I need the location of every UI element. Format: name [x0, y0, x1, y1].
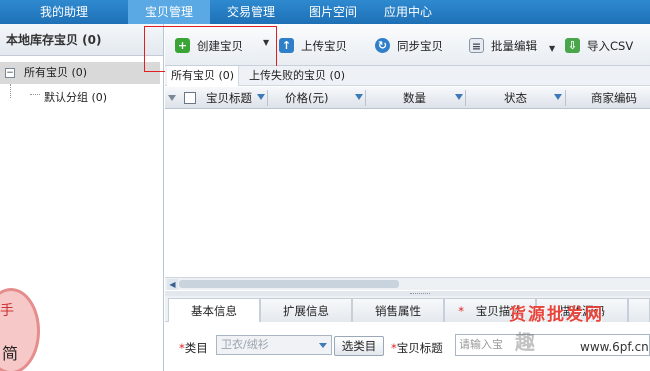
tab-extended-info[interactable]: 扩展信息	[260, 298, 352, 322]
filter-icon[interactable]	[554, 94, 562, 100]
column-quantity[interactable]: 数量	[403, 87, 426, 109]
sync-item-button[interactable]: ↻ 同步宝贝	[375, 36, 455, 56]
title-label: *宝贝标题	[391, 341, 443, 355]
chevron-down-icon	[319, 343, 327, 348]
column-divider	[465, 90, 466, 106]
badge-char: 简	[2, 344, 19, 363]
tab-basic-info[interactable]: 基本信息	[168, 298, 260, 323]
tree-connector	[10, 84, 11, 98]
tab-more[interactable]	[628, 298, 650, 322]
watermark-text: 趣	[515, 330, 535, 354]
select-category-button[interactable]: 选类目	[334, 336, 384, 356]
import-icon: ⇩	[565, 38, 580, 53]
nav-tab-assistant[interactable]: 我的助理	[0, 0, 128, 24]
sync-icon: ↻	[375, 38, 390, 53]
horizontal-scrollbar[interactable]: ◀	[165, 277, 650, 290]
splitter-grip-icon[interactable]	[410, 293, 430, 295]
tab-sales-attributes[interactable]: 销售属性	[352, 298, 444, 322]
collapse-icon[interactable]: −	[5, 68, 15, 78]
category-label: *类目	[179, 341, 208, 355]
column-divider	[365, 90, 366, 106]
tab-failed-uploads[interactable]: 上传失败的宝贝 (0)	[245, 66, 349, 86]
sort-icon[interactable]	[168, 95, 176, 101]
tree-item-all-label: 所有宝贝 (0)	[24, 66, 88, 79]
tree-item-default-group[interactable]: 默认分组 (0)	[44, 87, 107, 109]
batch-edit-button[interactable]: ≡ 批量编辑	[469, 36, 549, 56]
upload-item-button[interactable]: ↑ 上传宝贝	[279, 36, 359, 56]
nav-tab-trade[interactable]: 交易管理	[210, 0, 292, 24]
tab-all-items[interactable]: 所有宝贝 (0)	[167, 66, 240, 86]
column-divider	[565, 90, 566, 106]
tree-item-all[interactable]: − 所有宝贝 (0)	[0, 62, 160, 84]
tree-connector	[30, 94, 40, 95]
scroll-left-icon[interactable]: ◀	[167, 279, 178, 290]
scroll-thumb[interactable]	[179, 280, 399, 288]
local-stock-header: 本地库存宝贝 (0)	[0, 24, 163, 56]
column-status[interactable]: 状态	[504, 87, 527, 109]
nav-tab-images[interactable]: 图片空间	[292, 0, 374, 24]
upload-icon: ↑	[279, 38, 294, 53]
column-divider	[267, 90, 268, 106]
edit-icon: ≡	[469, 38, 484, 53]
column-merchant-code[interactable]: 商家编码	[591, 87, 637, 109]
chevron-down-icon[interactable]: ▼	[549, 44, 555, 53]
badge-char: 手	[0, 303, 14, 319]
nav-tab-apps[interactable]: 应用中心	[374, 0, 442, 24]
column-title[interactable]: 宝贝标题	[206, 87, 252, 109]
filter-tabs: 所有宝贝 (0) 上传失败的宝贝 (0)	[165, 66, 650, 86]
filter-icon[interactable]	[257, 94, 265, 100]
filter-icon[interactable]	[455, 94, 463, 100]
import-csv-button[interactable]: ⇩ 导入CSV	[565, 36, 645, 56]
top-nav: 我的助理 宝贝管理 交易管理 图片空间 应用中心	[0, 0, 650, 24]
category-select[interactable]: 卫衣/绒衫	[216, 335, 332, 355]
watermark-text: 货源批发网	[509, 305, 604, 325]
select-all-checkbox[interactable]	[184, 92, 196, 104]
column-price[interactable]: 价格(元)	[285, 87, 328, 109]
filter-icon[interactable]	[355, 94, 363, 100]
grid-header: 宝贝标题 价格(元) 数量 状态 商家编码	[165, 87, 650, 109]
grid-body	[165, 109, 650, 276]
nav-tab-items[interactable]: 宝贝管理	[128, 0, 210, 24]
watermark-url: www.6pf.cn	[580, 340, 649, 354]
required-mark: *	[458, 304, 465, 318]
